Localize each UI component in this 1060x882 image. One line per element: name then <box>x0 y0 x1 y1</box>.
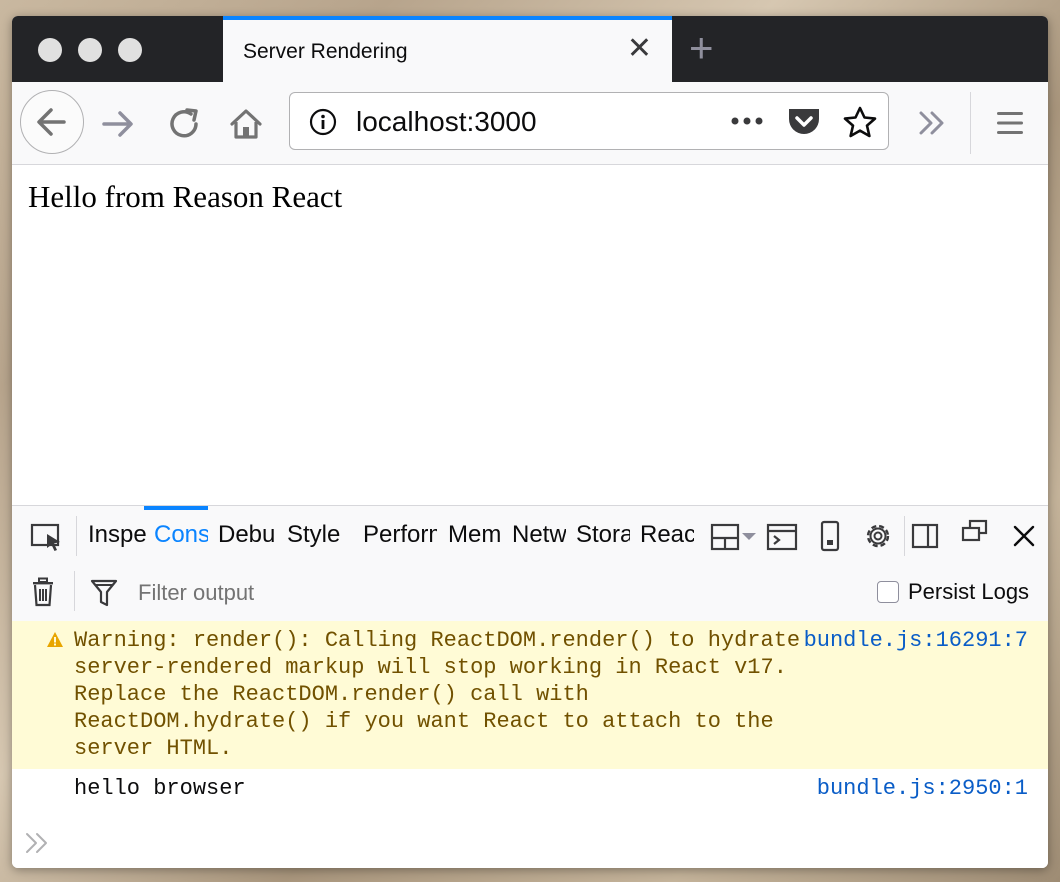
zoom-window-button[interactable] <box>118 38 142 62</box>
new-tab-button[interactable]: + <box>689 24 714 72</box>
devtools-separator <box>76 516 77 556</box>
warning-line: ReactDOM.hydrate() if you want React to … <box>74 709 774 734</box>
warning-line: Warning: render(): Calling ReactDOM.rend… <box>74 628 801 653</box>
console-log-message: hello browser bundle.js:2950:1 <box>12 769 1048 818</box>
minimize-window-button[interactable] <box>78 38 102 62</box>
url-bar[interactable]: localhost:3000 <box>289 92 889 150</box>
console-filter-bar: Filter output Persist Logs <box>12 563 1048 622</box>
console-warning-message: Warning: render(): Calling ReactDOM.rend… <box>12 621 1048 770</box>
info-icon[interactable] <box>308 107 338 137</box>
url-text: localhost:3000 <box>356 106 537 137</box>
settings-gear-icon[interactable] <box>862 520 894 552</box>
hamburger-menu-icon[interactable] <box>994 108 1026 138</box>
back-icon <box>37 108 66 136</box>
page-content: Hello from Reason React <box>12 165 1048 505</box>
persist-logs-checkbox[interactable] <box>877 581 899 603</box>
overflow-icon[interactable] <box>916 108 948 138</box>
log-source-link[interactable]: bundle.js:2950:1 <box>817 775 1028 802</box>
filter-funnel-icon[interactable] <box>90 577 118 609</box>
separate-window-icon[interactable] <box>960 518 990 546</box>
page-text: Hello from Reason React <box>28 179 343 214</box>
devtools-separator <box>904 516 905 556</box>
split-layout-dropdown-icon[interactable] <box>710 522 760 552</box>
reload-icon[interactable] <box>164 104 204 144</box>
trash-icon[interactable] <box>30 577 56 607</box>
back-button[interactable] <box>20 90 84 154</box>
nav-toolbar: localhost:3000 <box>12 82 1048 165</box>
devtools-toolbar: Inspector Console Debugger Style Editor … <box>12 505 1048 565</box>
forward-icon[interactable] <box>98 104 138 144</box>
close-window-button[interactable] <box>38 38 62 62</box>
tab-memory[interactable]: Memory <box>448 521 500 551</box>
tab-bar: Server Rendering ✕ + <box>12 16 1048 82</box>
warning-source-link[interactable]: bundle.js:16291:7 <box>804 627 1028 654</box>
tab-server-rendering[interactable]: Server Rendering ✕ <box>223 16 672 82</box>
persist-logs-label[interactable]: Persist Logs <box>908 579 1029 605</box>
bookmark-star-icon[interactable] <box>842 105 878 139</box>
filter-output-input[interactable]: Filter output <box>138 580 254 606</box>
console-input[interactable] <box>12 817 1048 868</box>
tab-performance[interactable]: Performance <box>363 521 437 551</box>
warning-line: Replace the ReactDOM.render() call with <box>74 682 589 707</box>
filter-separator <box>74 571 75 611</box>
browser-window: Server Rendering ✕ + localhost:3000 Hell… <box>12 16 1048 868</box>
warning-line: server-rendered markup will stop working… <box>74 655 787 680</box>
dock-side-icon[interactable] <box>910 522 940 550</box>
pocket-icon[interactable] <box>786 105 822 139</box>
tab-storage[interactable]: Storage <box>576 521 630 551</box>
log-text: hello browser <box>74 776 246 801</box>
prompt-chevron-icon <box>26 833 47 853</box>
tab-style-editor[interactable]: Style Editor <box>287 521 345 551</box>
active-tab-indicator <box>144 506 208 510</box>
tab-react[interactable]: React <box>640 521 694 551</box>
close-devtools-icon[interactable] <box>1010 522 1038 550</box>
tab-close-icon[interactable]: ✕ <box>627 34 652 64</box>
home-icon[interactable] <box>226 104 266 144</box>
warning-icon <box>47 632 63 647</box>
responsive-design-icon[interactable] <box>818 520 842 552</box>
tab-console[interactable]: Console <box>154 521 208 551</box>
tab-network[interactable]: Network <box>512 521 566 551</box>
more-icon[interactable] <box>730 111 766 131</box>
warning-line: server HTML. <box>74 736 233 761</box>
scratchpad-icon[interactable] <box>766 522 798 552</box>
tab-debugger[interactable]: Debugger <box>218 521 276 551</box>
tab-inspector[interactable]: Inspector <box>88 521 146 551</box>
tab-title: Server Rendering <box>243 40 408 63</box>
toolbar-separator <box>970 92 971 154</box>
element-picker-icon[interactable] <box>30 520 64 552</box>
